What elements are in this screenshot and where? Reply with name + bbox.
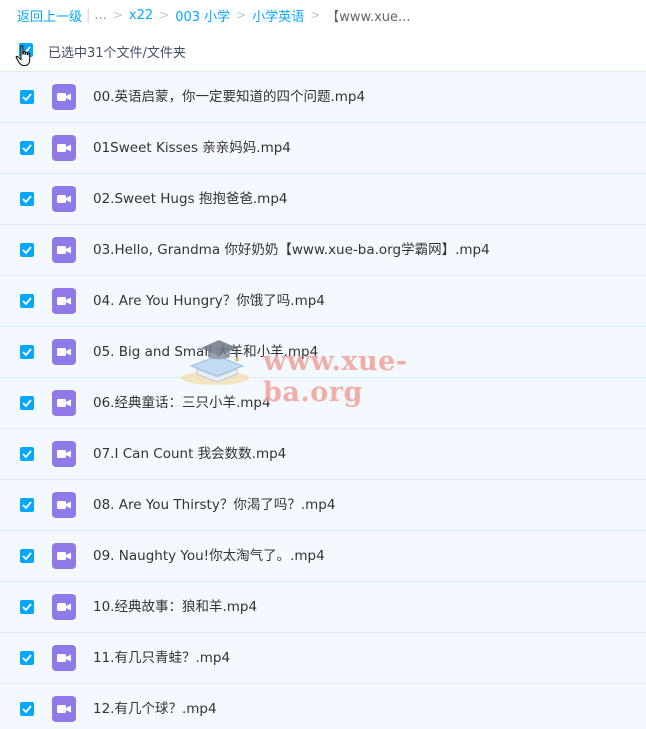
file-checkbox[interactable] — [20, 243, 34, 257]
checkmark-icon — [22, 603, 32, 611]
file-name[interactable]: 12.有几个球？.mp4 — [93, 684, 217, 729]
file-checkbox[interactable] — [20, 192, 34, 206]
file-row[interactable]: 02.Sweet Hugs 抱抱爸爸.mp4 — [0, 173, 646, 224]
video-file-icon — [52, 288, 76, 314]
file-name[interactable]: 05. Big and Small 大羊和小羊.mp4 — [93, 327, 318, 377]
checkmark-icon — [22, 246, 32, 254]
file-name[interactable]: 09. Naughty You!你太淘气了。.mp4 — [93, 531, 325, 581]
file-checkbox[interactable] — [20, 447, 34, 461]
file-row[interactable]: 00.英语启蒙，你一定要知道的四个问题.mp4 — [0, 71, 646, 122]
video-file-icon — [52, 696, 76, 722]
file-checkbox[interactable] — [20, 498, 34, 512]
file-checkbox[interactable] — [20, 90, 34, 104]
breadcrumb-item-003[interactable]: 003 小学 — [175, 6, 230, 25]
back-link[interactable]: 返回上一级 — [17, 6, 82, 25]
file-row[interactable]: 08. Are You Thirsty？你渴了吗？.mp4 — [0, 479, 646, 530]
file-checkbox[interactable] — [20, 294, 34, 308]
video-file-icon — [52, 237, 76, 263]
file-row[interactable]: 05. Big and Small 大羊和小羊.mp4 — [0, 326, 646, 377]
video-file-icon — [52, 594, 76, 620]
file-name[interactable]: 08. Are You Thirsty？你渴了吗？.mp4 — [93, 480, 335, 530]
file-name[interactable]: 06.经典童话：三只小羊.mp4 — [93, 378, 271, 428]
file-checkbox[interactable] — [20, 702, 34, 716]
file-name[interactable]: 00.英语启蒙，你一定要知道的四个问题.mp4 — [93, 72, 365, 122]
file-checkbox[interactable] — [20, 345, 34, 359]
checkmark-icon — [22, 501, 32, 509]
file-name[interactable]: 10.经典故事：狼和羊.mp4 — [93, 582, 257, 632]
video-file-icon — [52, 84, 76, 110]
video-file-icon — [52, 645, 76, 671]
file-row[interactable]: 06.经典童话：三只小羊.mp4 — [0, 377, 646, 428]
file-checkbox[interactable] — [20, 549, 34, 563]
file-row[interactable]: 07.I Can Count 我会数数.mp4 — [0, 428, 646, 479]
video-file-icon — [52, 492, 76, 518]
breadcrumb-divider: | — [86, 7, 91, 23]
file-name[interactable]: 02.Sweet Hugs 抱抱爸爸.mp4 — [93, 174, 287, 224]
checkmark-icon — [22, 399, 32, 407]
file-list: 00.英语启蒙，你一定要知道的四个问题.mp4 01Sweet Kisses 亲亲… — [0, 71, 646, 729]
file-row[interactable]: 01Sweet Kisses 亲亲妈妈.mp4 — [0, 122, 646, 173]
breadcrumb-current: 【www.xue... — [326, 9, 411, 25]
breadcrumb-item-x22[interactable]: x22 — [129, 8, 153, 23]
file-checkbox[interactable] — [20, 651, 34, 665]
chevron-right-icon: > — [112, 8, 123, 22]
breadcrumb-ellipsis[interactable]: ... — [94, 8, 106, 23]
video-file-icon — [52, 339, 76, 365]
checkmark-icon — [22, 552, 32, 560]
file-browser: 返回上一级 | ... > x22 > 003 小学 > 小学英语 > 【www… — [0, 0, 646, 729]
selection-status: 已选中31个文件/文件夹 — [48, 46, 186, 61]
checkmark-icon — [22, 450, 32, 458]
file-row[interactable]: 09. Naughty You!你太淘气了。.mp4 — [0, 530, 646, 581]
checkmark-icon — [22, 144, 32, 152]
breadcrumb-item-english[interactable]: 小学英语 — [252, 6, 304, 25]
chevron-right-icon: > — [310, 8, 321, 22]
file-name[interactable]: 03.Hello, Grandma 你好奶奶【www.xue-ba.org学霸网… — [93, 225, 490, 275]
file-checkbox[interactable] — [20, 141, 34, 155]
file-name[interactable]: 11.有几只青蛙？.mp4 — [93, 633, 230, 683]
file-checkbox[interactable] — [20, 600, 34, 614]
file-row[interactable]: 10.经典故事：狼和羊.mp4 — [0, 581, 646, 632]
select-all-checkbox[interactable] — [19, 43, 33, 57]
checkmark-icon — [21, 46, 31, 54]
video-file-icon — [52, 543, 76, 569]
file-name[interactable]: 04. Are You Hungry？你饿了吗.mp4 — [93, 276, 325, 326]
video-file-icon — [52, 441, 76, 467]
video-file-icon — [52, 186, 76, 212]
checkmark-icon — [22, 705, 32, 713]
checkmark-icon — [22, 654, 32, 662]
video-file-icon — [52, 390, 76, 416]
file-name[interactable]: 01Sweet Kisses 亲亲妈妈.mp4 — [93, 123, 291, 173]
checkmark-icon — [22, 195, 32, 203]
file-checkbox[interactable] — [20, 396, 34, 410]
file-row[interactable]: 04. Are You Hungry？你饿了吗.mp4 — [0, 275, 646, 326]
chevron-right-icon: > — [236, 8, 247, 22]
file-row[interactable]: 11.有几只青蛙？.mp4 — [0, 632, 646, 683]
checkmark-icon — [22, 348, 32, 356]
breadcrumb: 返回上一级 | ... > x22 > 003 小学 > 小学英语 > 【www… — [17, 5, 410, 25]
file-name[interactable]: 07.I Can Count 我会数数.mp4 — [93, 429, 286, 479]
chevron-right-icon: > — [159, 8, 170, 22]
file-row[interactable]: 03.Hello, Grandma 你好奶奶【www.xue-ba.org学霸网… — [0, 224, 646, 275]
checkmark-icon — [22, 297, 32, 305]
video-file-icon — [52, 135, 76, 161]
checkmark-icon — [22, 93, 32, 101]
selection-bar: 已选中31个文件/文件夹 — [0, 38, 646, 66]
file-row[interactable]: 12.有几个球？.mp4 — [0, 683, 646, 729]
